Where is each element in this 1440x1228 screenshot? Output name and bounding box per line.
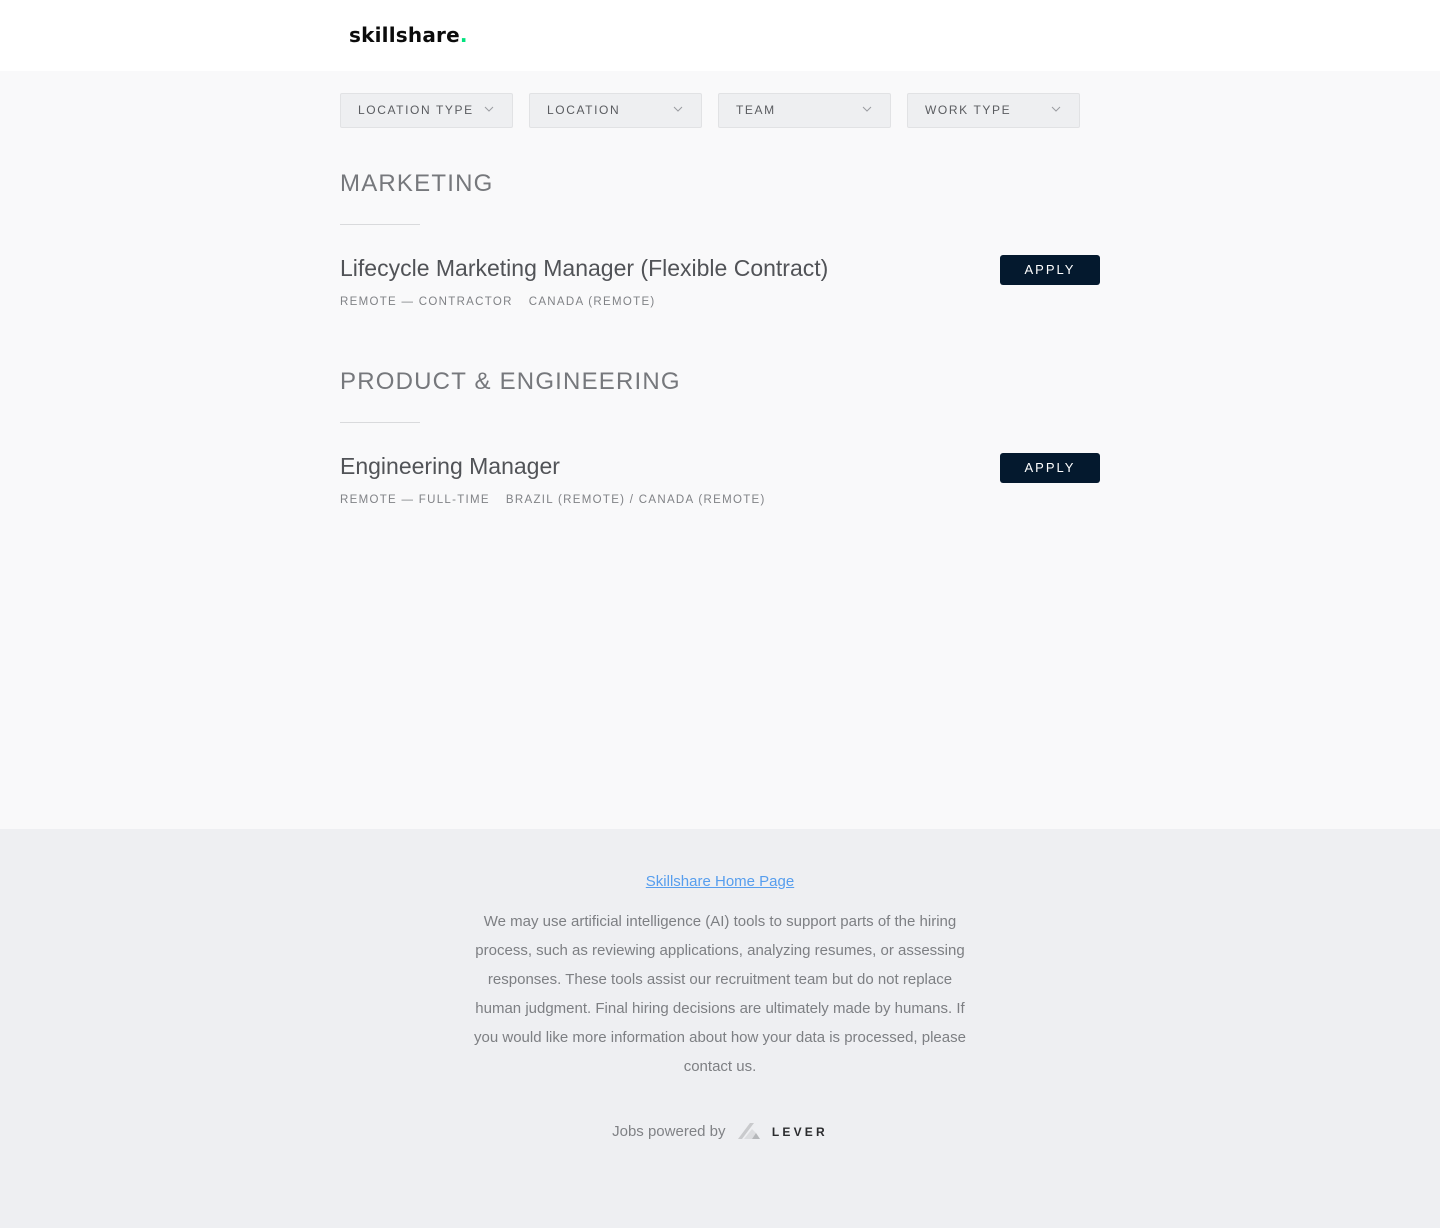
apply-button[interactable]: Apply bbox=[1000, 453, 1100, 483]
chevron-down-icon bbox=[484, 106, 494, 112]
posting-commitment: Remote — Full-time bbox=[340, 494, 490, 506]
chevron-down-icon bbox=[862, 106, 872, 112]
filter-location-type[interactable]: Location type bbox=[340, 93, 513, 128]
chevron-down-icon bbox=[1051, 106, 1061, 112]
posting-title[interactable]: Engineering Manager bbox=[340, 453, 560, 480]
posting-commitment: Remote — Contractor bbox=[340, 296, 513, 308]
logo-dot: . bbox=[459, 23, 468, 47]
chevron-down-icon bbox=[673, 106, 683, 112]
lever-logo-icon bbox=[737, 1123, 760, 1139]
filter-label: Team bbox=[736, 103, 776, 117]
posting-title[interactable]: Lifecycle Marketing Manager (Flexible Co… bbox=[340, 255, 828, 282]
section-divider bbox=[340, 224, 420, 225]
posting-location: Brazil (Remote) / Canada (Remote) bbox=[505, 494, 766, 506]
footer-link-wrapper: Skillshare Home Page bbox=[0, 873, 1440, 890]
section-title-marketing: Marketing bbox=[340, 170, 494, 197]
posting-location: Canada (Remote) bbox=[528, 296, 656, 308]
filter-team[interactable]: Team bbox=[718, 93, 891, 128]
filter-label: Location bbox=[547, 103, 621, 117]
filter-location[interactable]: Location bbox=[529, 93, 702, 128]
home-page-link[interactable]: Skillshare Home Page bbox=[646, 873, 794, 890]
skillshare-logo[interactable]: skillshare. bbox=[349, 20, 468, 50]
filter-work-type[interactable]: Work type bbox=[907, 93, 1080, 128]
filter-label: Location type bbox=[358, 103, 474, 117]
section-divider bbox=[340, 422, 420, 423]
logo-text: skillshare bbox=[349, 23, 460, 47]
posting-meta: Remote — Contractor Canada (Remote) bbox=[340, 296, 672, 308]
filter-label: Work type bbox=[925, 103, 1012, 117]
powered-by: Jobs powered by LEVER bbox=[0, 1121, 1440, 1143]
section-title-product-engineering: Product & Engineering bbox=[340, 368, 681, 395]
apply-button[interactable]: Apply bbox=[1000, 255, 1100, 285]
posting-meta: Remote — Full-time Brazil (Remote) / Cana… bbox=[340, 494, 782, 506]
lever-wordmark[interactable]: LEVER bbox=[772, 1125, 828, 1139]
powered-by-text: Jobs powered by bbox=[612, 1122, 726, 1140]
ai-notice: We may use artificial intelligence (AI) … bbox=[474, 913, 966, 1075]
site-footer: Skillshare Home Page We may use artifici… bbox=[0, 829, 1440, 1228]
site-header: skillshare. bbox=[0, 0, 1440, 71]
